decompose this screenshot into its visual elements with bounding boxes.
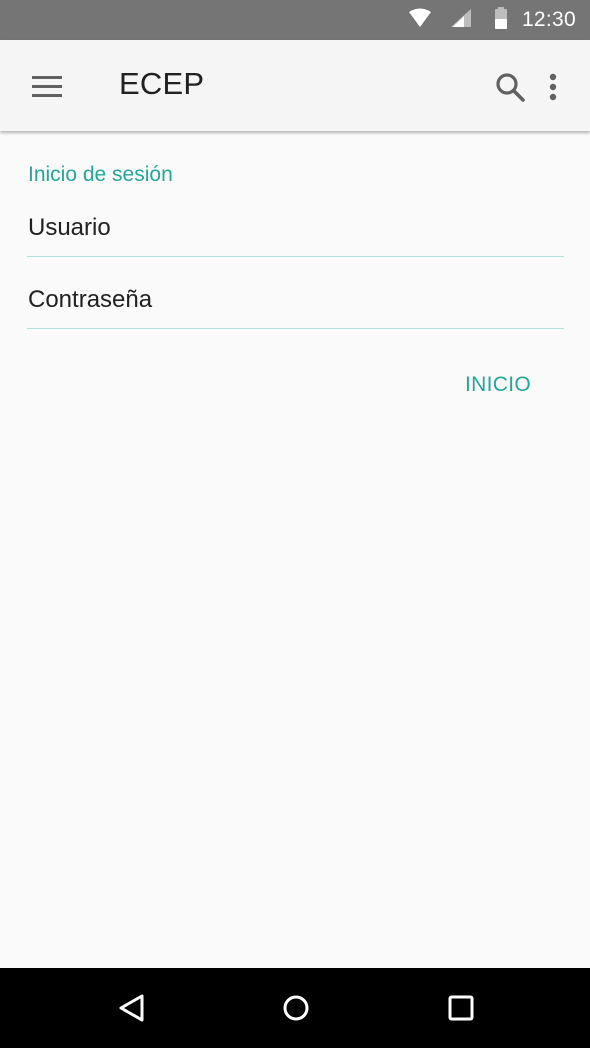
login-button[interactable]: INICIO	[448, 365, 548, 405]
recents-button[interactable]	[437, 986, 485, 1030]
search-icon	[490, 73, 530, 111]
menu-button[interactable]	[23, 67, 71, 107]
username-field-container	[27, 204, 566, 257]
status-time: 12:30	[521, 8, 576, 31]
app-bar: ECEP	[0, 40, 590, 131]
battery-icon	[494, 6, 508, 34]
wifi-icon	[408, 8, 432, 33]
password-field-container	[27, 276, 566, 329]
back-button[interactable]	[108, 986, 156, 1030]
app-title: ECEP	[119, 66, 205, 101]
back-icon	[108, 994, 156, 1034]
home-button[interactable]	[272, 986, 320, 1030]
status-bar: 12:30	[0, 0, 590, 40]
status-icons: 12:30	[408, 0, 576, 40]
login-form: Inicio de sesión INICIO	[0, 131, 590, 968]
home-icon	[272, 995, 320, 1034]
section-title: Inicio de sesión	[28, 163, 173, 186]
recents-icon	[437, 995, 485, 1034]
username-input[interactable]	[27, 204, 566, 252]
navigation-bar	[0, 968, 590, 1048]
overflow-menu-button[interactable]	[538, 67, 568, 107]
search-button[interactable]	[490, 67, 530, 107]
more-vert-icon	[538, 73, 568, 111]
password-input[interactable]	[27, 276, 566, 324]
screen: 12:30 ECEP Inicio de sesión Usuario INIC…	[0, 0, 590, 1048]
signal-icon	[450, 8, 472, 33]
